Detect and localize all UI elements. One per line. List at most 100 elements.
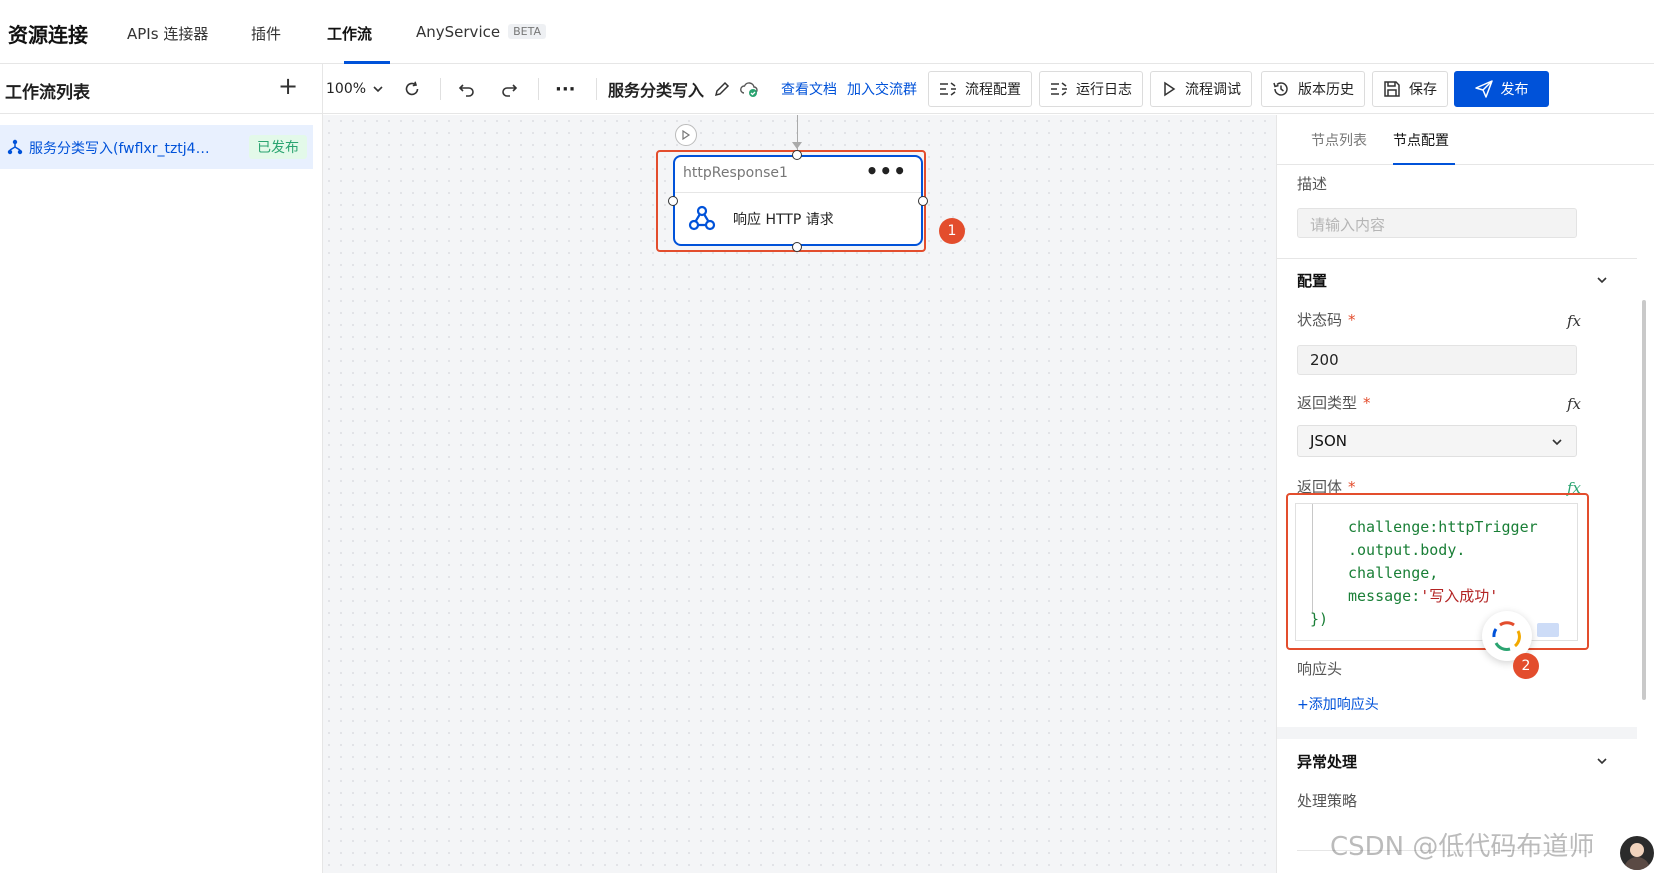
workflow-title: 服务分类写入: [608, 81, 705, 100]
add-workflow-button[interactable]: +: [278, 74, 298, 98]
indent-guide: [1312, 504, 1313, 614]
node-port-left[interactable]: [668, 196, 678, 206]
chevron-down-icon: [373, 86, 383, 93]
node-id: httpResponse1: [683, 165, 788, 181]
history-icon: [1273, 82, 1288, 96]
description-label: 描述: [1297, 175, 1328, 193]
tab-anyservice[interactable]: AnyService BETA: [416, 23, 546, 41]
node-port-top[interactable]: [792, 150, 802, 160]
cloud-synced-icon: [739, 64, 759, 114]
response-headers-label: 响应头: [1297, 660, 1343, 678]
run-log-button[interactable]: 运行日志: [1039, 71, 1143, 107]
save-button[interactable]: 保存: [1372, 71, 1448, 107]
flow-config-label: 流程配置: [965, 82, 1021, 98]
tab-anyservice-label: AnyService: [416, 23, 501, 41]
return-type-value: JSON: [1310, 432, 1347, 450]
flow-config-button[interactable]: 流程配置: [928, 71, 1032, 107]
app-title: 资源连接: [8, 23, 88, 47]
refresh-icon[interactable]: [403, 64, 421, 114]
required-mark: *: [1348, 311, 1356, 329]
sidebar-header: 工作流列表 +: [0, 64, 322, 114]
editor-toolbar: 100% ··· 服务分类写入 查看文档 加入交流群 流程配置 运行日志 流程调…: [323, 64, 1654, 114]
code-line: .output.body.: [1348, 541, 1466, 559]
description-input[interactable]: 请输入内容: [1297, 208, 1577, 238]
tab-apis-connector[interactable]: APIs 连接器: [127, 23, 208, 44]
workflow-list-sidebar: 工作流列表 + 服务分类写入(fwflxr_tztj4… 已发布: [0, 64, 323, 873]
return-type-label-text: 返回类型: [1297, 394, 1358, 412]
chevron-down-icon: [1552, 439, 1562, 446]
workflow-list-item[interactable]: 服务分类写入(fwflxr_tztj4… 已发布: [0, 125, 313, 169]
status-code-label-text: 状态码: [1297, 311, 1343, 329]
toolbar-divider: [538, 78, 539, 100]
zoom-select[interactable]: 100%: [326, 64, 384, 114]
code-line: message:'写入成功': [1348, 585, 1498, 608]
panel-scrollbar[interactable]: [1642, 300, 1646, 700]
save-label: 保存: [1409, 82, 1437, 98]
resize-handle[interactable]: [1537, 623, 1559, 637]
run-node-icon[interactable]: [675, 124, 697, 146]
beta-badge: BETA: [508, 24, 546, 39]
tab-node-list[interactable]: 节点列表: [1311, 130, 1367, 150]
add-response-header-link[interactable]: +添加响应头: [1297, 694, 1379, 714]
publish-button[interactable]: 发布: [1454, 71, 1549, 107]
sidebar-title: 工作流列表: [5, 83, 90, 103]
strategy-label: 处理策略: [1297, 792, 1358, 810]
undo-icon[interactable]: [458, 64, 476, 114]
workflow-icon: [7, 139, 23, 155]
tab-node-config[interactable]: 节点配置: [1393, 130, 1449, 150]
join-group-link[interactable]: 加入交流群: [847, 64, 917, 114]
chevron-down-icon[interactable]: [1595, 273, 1609, 287]
fx-icon[interactable]: fx: [1567, 312, 1581, 330]
fx-icon[interactable]: fx: [1567, 395, 1581, 413]
toolbar-divider: [440, 78, 441, 100]
version-history-button[interactable]: 版本历史: [1261, 71, 1365, 107]
annotation-marker-2: 2: [1513, 653, 1539, 679]
workflow-name: 服务分类写入(fwflxr_tztj4…: [29, 141, 210, 157]
save-icon: [1384, 81, 1400, 97]
annotation-marker-1: 1: [939, 218, 965, 244]
chevron-down-icon[interactable]: [1595, 754, 1609, 768]
play-icon: [1164, 81, 1176, 97]
top-navigation: 资源连接 APIs 连接器 插件 工作流 AnyService BETA: [0, 0, 1654, 64]
publish-label: 发布: [1500, 82, 1529, 98]
edit-pencil-icon[interactable]: [713, 64, 731, 114]
node-label: 响应 HTTP 请求: [733, 212, 834, 228]
panel-tabs: 节点列表 节点配置: [1277, 115, 1654, 165]
node-port-right[interactable]: [918, 196, 928, 206]
code-string: '写入成功': [1420, 587, 1499, 605]
flow-debug-label: 流程调试: [1185, 82, 1241, 98]
published-badge: 已发布: [249, 135, 307, 159]
return-body-editor[interactable]: challenge:httpTrigger .output.body. chal…: [1295, 503, 1578, 641]
node-config-panel: 节点列表 节点配置 描述 请输入内容 配置 状态码 * fx 200 返回类型 * …: [1276, 115, 1654, 873]
divider: [1277, 258, 1637, 259]
http-response-node[interactable]: httpResponse1 ••• 响应 HTTP 请求: [673, 155, 923, 246]
node-more-button[interactable]: •••: [866, 159, 907, 183]
more-options-button[interactable]: ···: [555, 64, 576, 114]
redo-icon[interactable]: [500, 64, 518, 114]
run-log-label: 运行日志: [1076, 82, 1132, 98]
node-port-bottom[interactable]: [792, 242, 802, 252]
avatar[interactable]: [1620, 836, 1654, 870]
panel-tab-indicator: [1393, 163, 1455, 165]
list-settings-icon: [940, 82, 956, 96]
section-divider: [1277, 727, 1637, 739]
return-type-select[interactable]: JSON: [1297, 425, 1577, 457]
return-type-label: 返回类型 *: [1297, 392, 1371, 413]
status-code-input[interactable]: 200: [1297, 345, 1577, 375]
code-line: }): [1310, 610, 1329, 628]
zoom-value: 100%: [326, 81, 367, 97]
error-handling-section-title: 异常处理: [1297, 753, 1358, 771]
list-log-icon: [1051, 82, 1067, 96]
status-code-label: 状态码 *: [1297, 309, 1356, 330]
flow-debug-button[interactable]: 流程调试: [1150, 71, 1252, 107]
tab-plugins[interactable]: 插件: [251, 23, 281, 44]
required-mark: *: [1363, 394, 1371, 412]
config-section-title: 配置: [1297, 272, 1328, 290]
version-history-label: 版本历史: [1298, 82, 1354, 98]
code-line: challenge:httpTrigger: [1348, 518, 1538, 536]
tab-workflow[interactable]: 工作流: [327, 23, 372, 44]
webhook-icon: [688, 205, 716, 231]
view-docs-link[interactable]: 查看文档: [781, 64, 837, 114]
node-header: httpResponse1 •••: [675, 157, 921, 193]
code-line: challenge,: [1348, 564, 1439, 582]
